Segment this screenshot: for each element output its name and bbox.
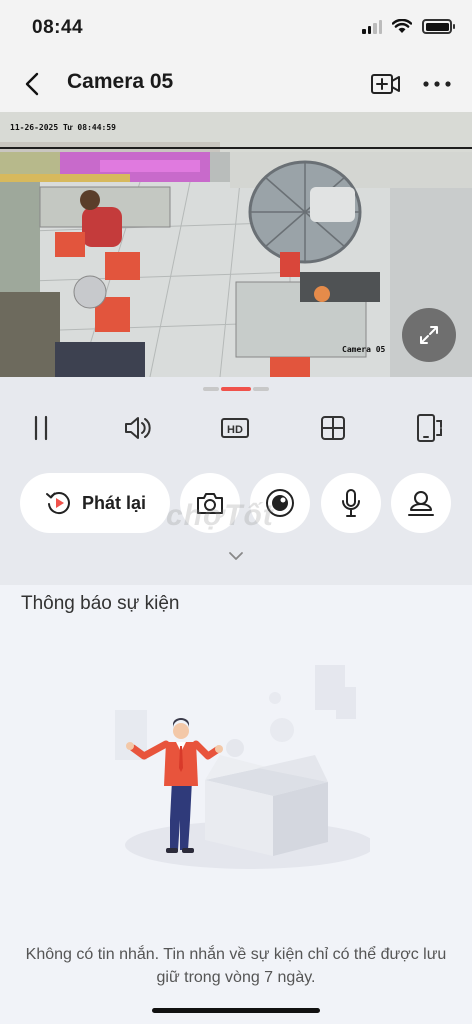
osd-timestamp: 11-26-2025 Tư 08:44:59 — [10, 123, 116, 132]
cellular-signal-icon — [362, 19, 382, 34]
fullscreen-button[interactable] — [402, 308, 456, 362]
more-dots-icon — [423, 81, 451, 87]
page-title: Camera 05 — [67, 70, 174, 93]
back-button[interactable] — [16, 68, 48, 100]
rotate-screen-icon — [417, 414, 442, 442]
person-icon — [408, 491, 434, 516]
hd-icon: HD — [221, 418, 249, 438]
record-icon — [266, 489, 294, 517]
pause-icon — [34, 415, 48, 441]
expand-arrows-icon — [420, 326, 438, 344]
drag-handle[interactable] — [203, 387, 269, 392]
grid-icon — [321, 416, 345, 440]
playback-label: Phát lại — [82, 492, 147, 513]
actions-area: Phát lại chợTốt — [0, 453, 472, 585]
home-indicator[interactable] — [152, 1008, 320, 1013]
svg-text:HD: HD — [227, 424, 243, 436]
speaker-icon — [125, 417, 151, 439]
microphone-icon — [342, 489, 360, 517]
more-button[interactable] — [420, 69, 454, 99]
empty-message: Không có tin nhắn. Tin nhắn về sự kiện c… — [25, 946, 447, 986]
camera-live-view[interactable]: 11-26-2025 Tư 08:44:59 Camera 05 — [0, 112, 472, 377]
events-section: Thông báo sự kiện Không có tin nhắn. Tin… — [0, 585, 472, 1024]
hd-quality-button[interactable]: HD — [218, 411, 252, 445]
camera-icon — [197, 493, 223, 514]
record-button[interactable] — [250, 473, 310, 533]
playback-control-bar: HD — [0, 377, 472, 453]
playback-button[interactable]: Phát lại — [20, 473, 170, 533]
status-icons — [362, 19, 455, 34]
add-camera-button[interactable] — [370, 69, 402, 99]
back-chevron-icon — [25, 72, 39, 96]
user-button[interactable] — [391, 473, 451, 533]
empty-state-illustration — [115, 665, 370, 869]
events-title: Thông báo sự kiện — [21, 593, 180, 614]
wifi-icon — [392, 19, 412, 33]
add-video-camera-icon — [371, 74, 400, 94]
pause-button[interactable] — [24, 411, 58, 445]
status-bar: 08:44 — [0, 0, 472, 56]
osd-camera-name: Camera 05 — [342, 345, 386, 354]
rotate-screen-button[interactable] — [413, 411, 447, 445]
sound-button[interactable] — [121, 411, 155, 445]
talk-button[interactable] — [321, 473, 381, 533]
battery-icon — [422, 19, 455, 34]
nav-bar: Camera 05 — [0, 56, 472, 112]
replay-icon — [46, 492, 70, 515]
status-time: 08:44 — [32, 17, 84, 38]
chevron-down-icon[interactable] — [226, 549, 246, 563]
multi-view-button[interactable] — [316, 411, 350, 445]
screenshot-button[interactable] — [180, 473, 240, 533]
